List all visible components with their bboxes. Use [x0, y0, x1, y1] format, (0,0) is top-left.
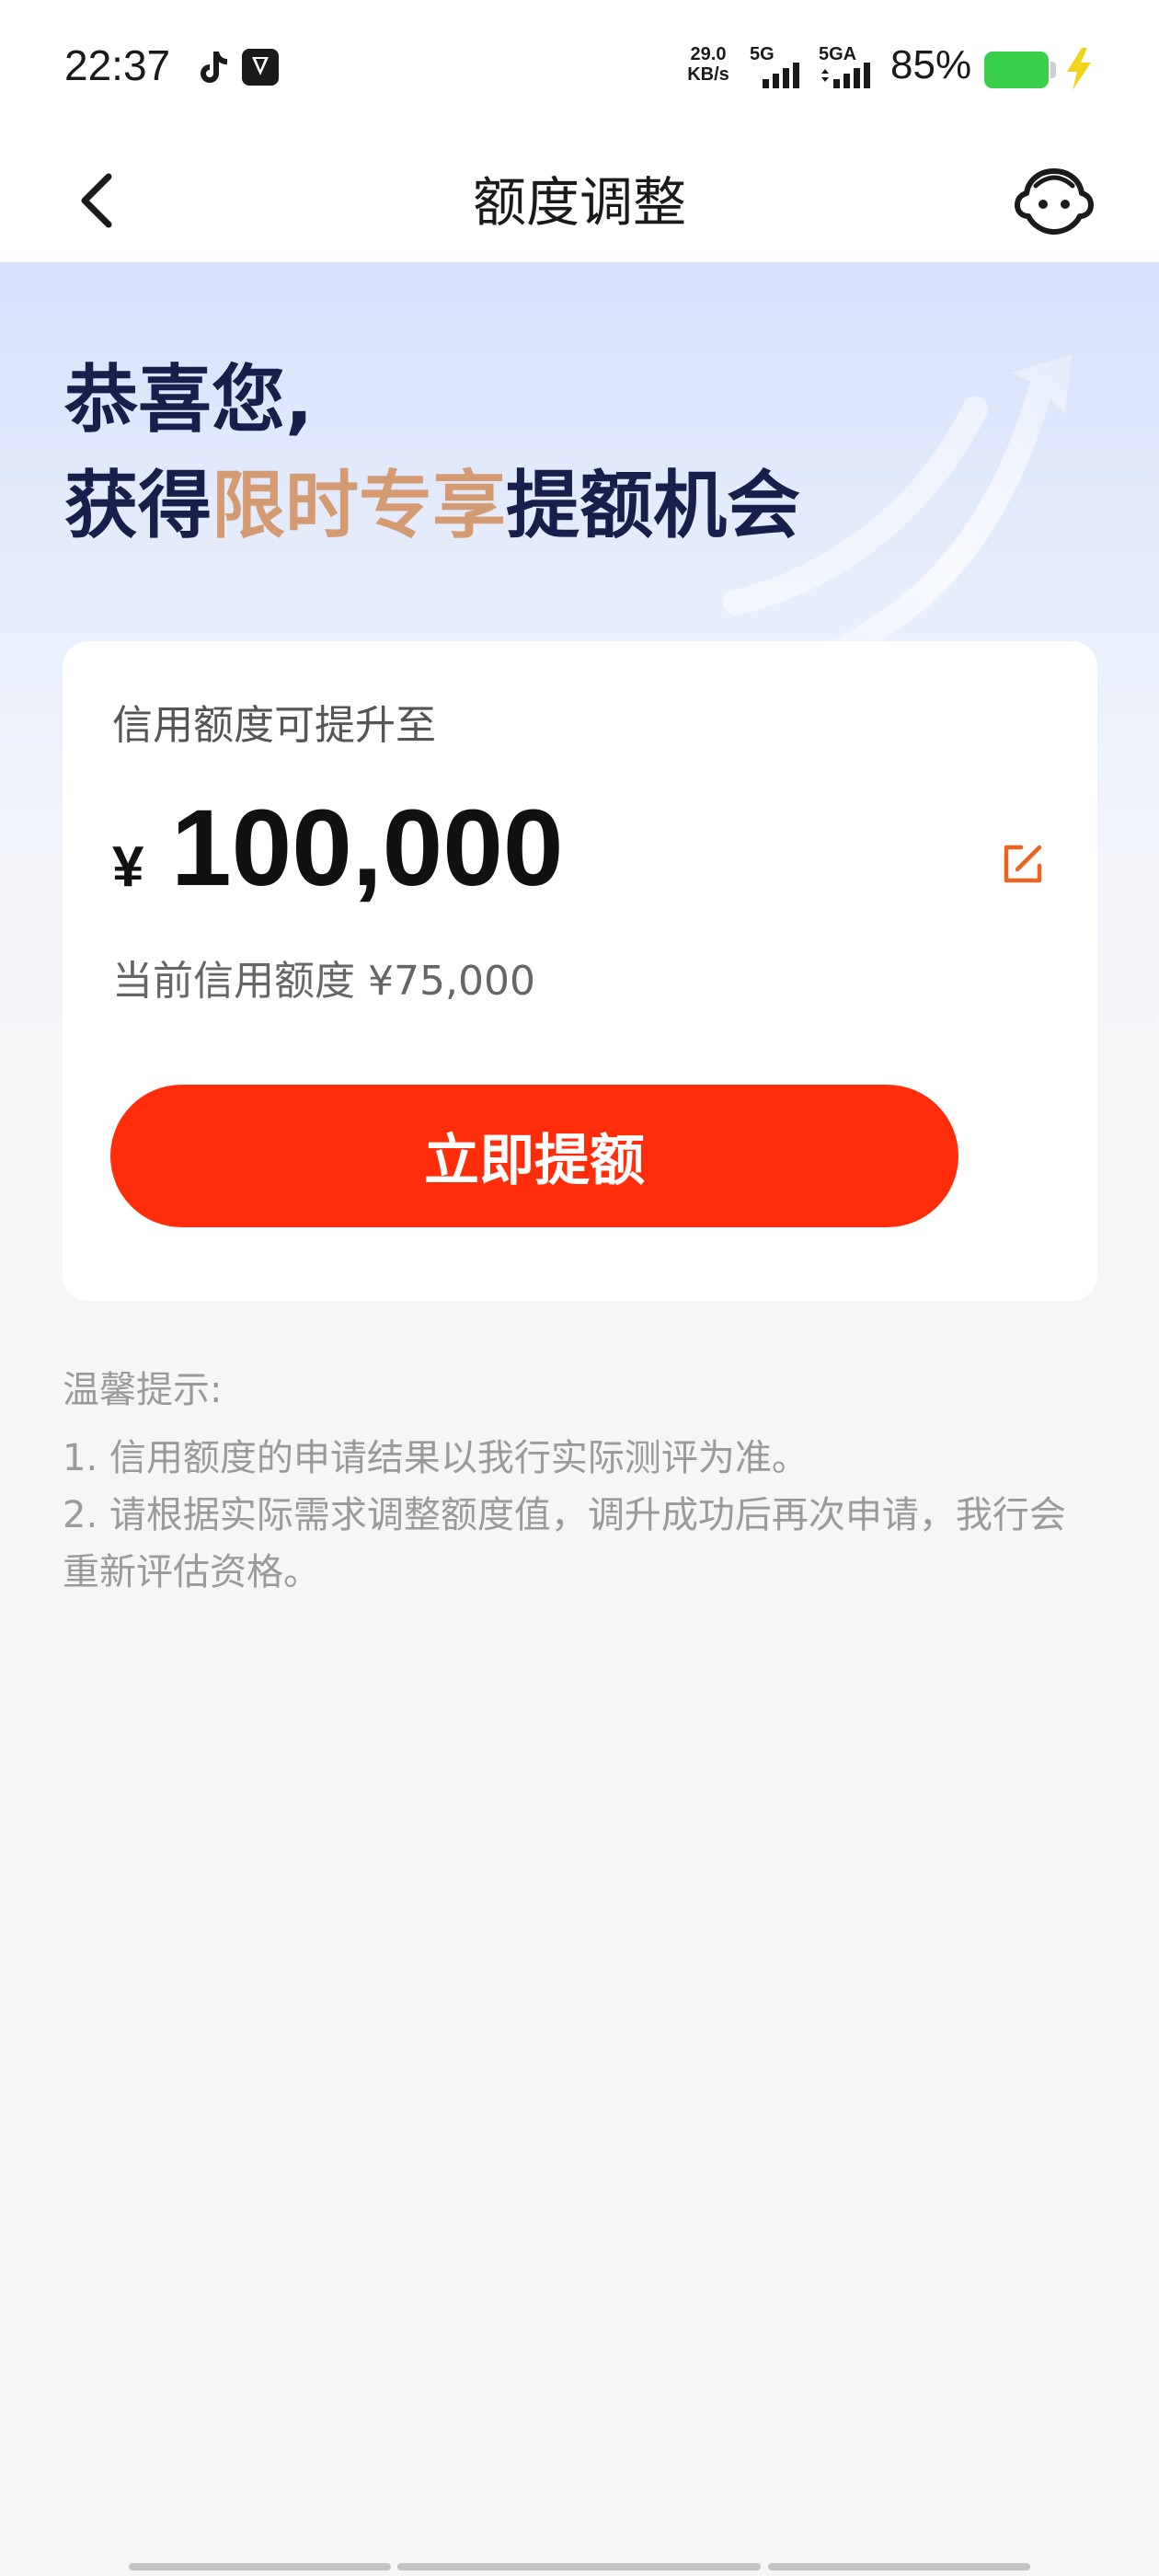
battery-percent: 85%	[890, 42, 972, 87]
network-speed-unit: KB/s	[687, 64, 729, 85]
edit-icon[interactable]	[999, 840, 1047, 888]
hero-headline-suffix: 提额机会	[506, 463, 800, 548]
tiktok-icon	[201, 52, 227, 83]
limit-label: 信用额度可提升至	[112, 702, 436, 749]
tips-section: 温馨提示: 1. 信用额度的申请结果以我行实际测评为准。 2. 请根据实际需求调…	[63, 1362, 1097, 1601]
sim2-signal: 5GA	[819, 44, 883, 90]
nav-bar: 额度调整	[0, 138, 1159, 262]
current-limit-text: 当前信用额度 ¥75,000	[112, 958, 535, 1005]
new-limit-amount: 100,000	[171, 788, 564, 909]
nav-gesture-bar	[768, 2563, 1030, 2570]
signal-bars-icon	[763, 63, 799, 88]
status-bar: 22:37 29.0 KB/s 5G 5GA 85%	[0, 0, 1159, 138]
signal-bars-icon	[821, 63, 870, 88]
nav-gesture-bar	[129, 2563, 391, 2570]
charging-bolt-icon	[1067, 48, 1091, 90]
increase-limit-button[interactable]: 立即提额	[110, 1085, 958, 1227]
nav-gesture-bar	[397, 2563, 761, 2570]
app-notification-icon	[242, 49, 279, 86]
currency-symbol: ¥	[112, 835, 144, 899]
sim1-signal: 5G	[750, 44, 809, 90]
hero-headline: 获得限时专享提额机会	[64, 455, 800, 557]
hero-headline-prefix: 获得	[64, 463, 212, 548]
tips-title: 温馨提示:	[63, 1369, 223, 1411]
battery-cap	[1050, 62, 1056, 78]
customer-service-icon[interactable]	[1012, 158, 1096, 243]
tip-item: 2. 请根据实际需求调整额度值，调升成功后再次申请，我行会重新评估资格。	[63, 1494, 1066, 1593]
hero-headline-highlight: 限时专享	[212, 463, 506, 548]
page-title: 额度调整	[472, 171, 686, 234]
network-speed-value: 29.0	[690, 44, 727, 64]
battery-icon	[984, 52, 1049, 88]
tip-item: 1. 信用额度的申请结果以我行实际测评为准。	[63, 1437, 809, 1479]
credit-limit-card: 信用额度可提升至 ¥ 100,000 当前信用额度 ¥75,000 立即提额	[63, 641, 1097, 1301]
network-speed: 29.0 KB/s	[681, 44, 736, 85]
hero-greeting: 恭喜您,	[64, 357, 314, 443]
status-time: 22:37	[64, 41, 171, 89]
